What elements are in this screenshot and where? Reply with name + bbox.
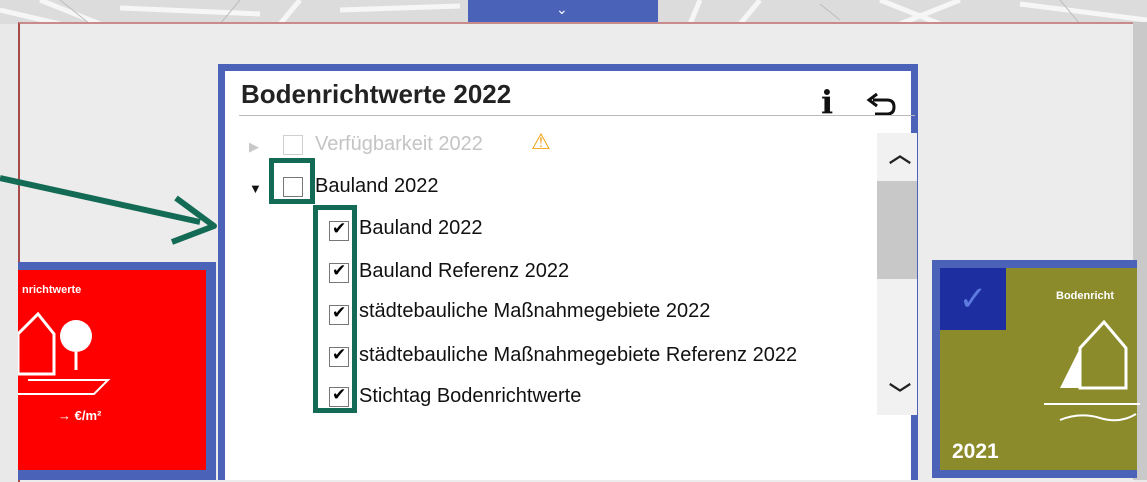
layer-checkbox[interactable] — [283, 135, 303, 155]
layer-label: Bauland 2022 — [359, 217, 483, 239]
highlight-box-group-checkbox — [269, 158, 315, 204]
tile-face: nrichtwerte → €/m² — [18, 270, 206, 470]
house-icon — [1044, 319, 1140, 422]
house-tree-icon — [18, 311, 111, 395]
tile-face: ✓ Bodenricht 2021 — [940, 268, 1140, 470]
layer-label: Verfügbarkeit 2022 — [315, 133, 483, 155]
warning-icon: ⚠ — [531, 129, 551, 154]
annotation-arrow — [0, 175, 217, 245]
tile-bodenrichtwerte-2022[interactable]: nrichtwerte → €/m² — [18, 262, 216, 480]
info-icon[interactable]: i — [821, 85, 833, 119]
layer-label: Stichtag Bodenrichtwerte — [359, 385, 582, 407]
layer-label: städtebauliche Maßnahmegebiete Referenz … — [359, 344, 798, 366]
layer-label: Bauland 2022 — [315, 175, 439, 197]
tile-title: nrichtwerte — [22, 284, 82, 296]
expand-icon[interactable]: ▶ — [249, 139, 259, 155]
top-panel-tab[interactable]: ⌄ — [468, 0, 658, 22]
layer-label: städtebauliche Maßnahmegebiete 2022 — [359, 300, 711, 322]
tile-year: 2021 — [952, 440, 999, 463]
scrollbar-thumb[interactable] — [877, 181, 917, 279]
tile-title: Bodenricht — [1056, 290, 1115, 302]
collapse-icon[interactable]: ▼ — [249, 181, 262, 196]
highlight-box-child-checkboxes — [313, 205, 357, 413]
scroll-down-icon[interactable]: ﹀ — [889, 377, 911, 409]
title-divider — [239, 115, 915, 116]
scroll-up-icon[interactable]: ︿ — [889, 137, 911, 169]
price-unit-label: → €/m² — [58, 408, 102, 423]
tile-bodenrichtwerte-2021[interactable]: ✓ Bodenricht 2021 — [932, 260, 1140, 478]
dialog-title: Bodenrichtwerte 2022 — [241, 79, 512, 109]
selected-check-icon: ✓ — [940, 268, 1006, 330]
chevron-down-icon[interactable]: ⌄ — [556, 2, 568, 16]
layer-label: Bauland Referenz 2022 — [359, 260, 570, 282]
